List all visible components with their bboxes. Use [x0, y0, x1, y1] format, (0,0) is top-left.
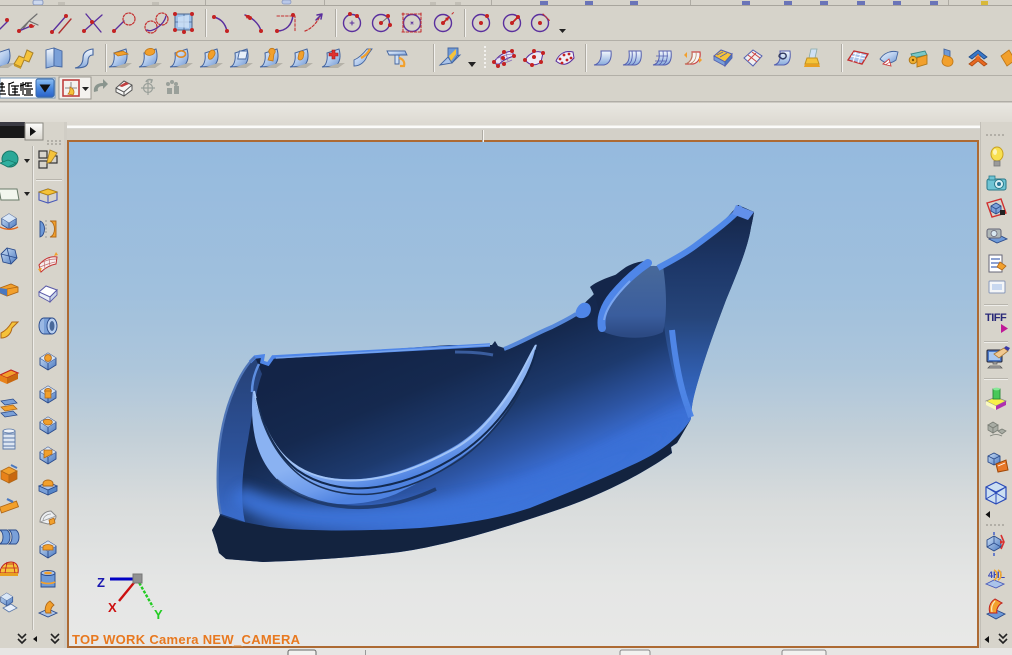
svg-text:TIFF: TIFF	[985, 312, 1007, 324]
svg-text:Y: Y	[154, 607, 163, 622]
svg-text:X: X	[108, 600, 117, 615]
svg-text:Z: Z	[97, 575, 105, 590]
